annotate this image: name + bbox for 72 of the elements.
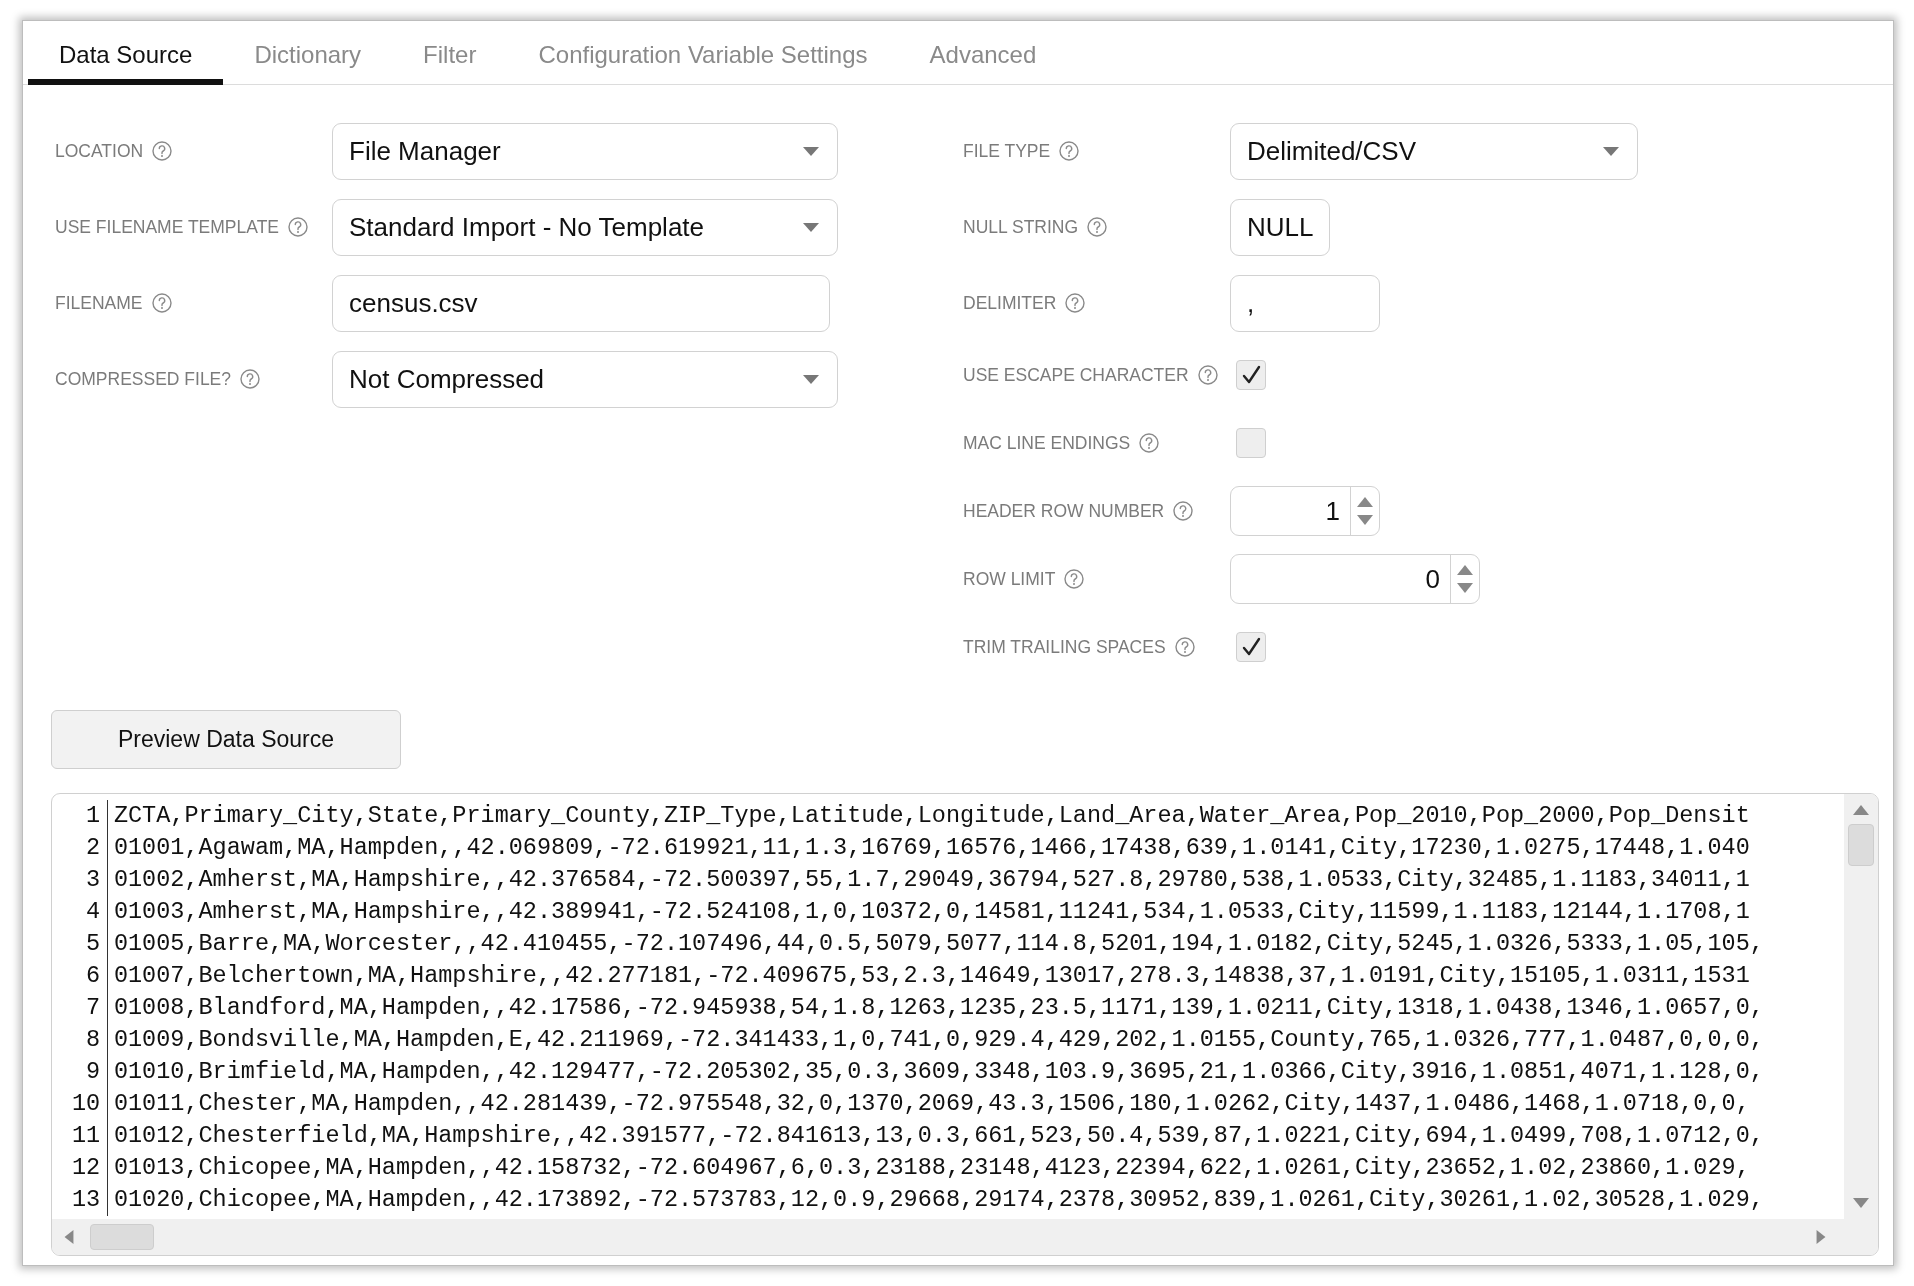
checkbox[interactable] xyxy=(1236,360,1266,390)
number-spinner[interactable]: 1 xyxy=(1230,486,1380,536)
line-number: 2 xyxy=(85,833,101,863)
code-line: 01009,Bondsville,MA,Hampden,E,42.211969,-72.341433,1,0,741,0,929.4,429,202,1.0155,County,765,1.0326,777,1.0487,0,0,0, xyxy=(106,1024,1764,1056)
field-label: HEADER ROW NUMBER xyxy=(963,500,1165,522)
input-field[interactable]: census.csv xyxy=(332,274,830,332)
help-icon[interactable] xyxy=(150,292,173,314)
help-icon[interactable] xyxy=(1058,140,1081,162)
line-number: 12 xyxy=(72,1153,101,1183)
help-icon[interactable] xyxy=(1063,568,1086,590)
help-icon[interactable] xyxy=(1086,216,1109,238)
code-line: 01011,Chester,MA,Hampden,,42.281439,-72.975548,32,0,1370,2069,43.3,1506,180,1.0262,City,1437,1.0486,1468,1.0718,0,0, xyxy=(106,1088,1750,1120)
scroll-thumb[interactable] xyxy=(90,1224,154,1250)
help-icon[interactable] xyxy=(1196,364,1219,386)
code-line: 01020,Chicopee,MA,Hampden,,42.173892,-72.573783,12,0.9,29668,29174,2378,30952,839,1.0261,City,30261,1.02,30528,1.029, xyxy=(106,1184,1764,1216)
vertical-scrollbar[interactable] xyxy=(1844,794,1878,1219)
code-line: 01003,Amherst,MA,Hampshire,,42.389941,-72.524108,1,0,10372,0,14581,11241,534,1.0533,City,11599,1.1183,12144,1.1708,1 xyxy=(106,896,1750,928)
code-line: 01010,Brimfield,MA,Hampden,,42.129477,-72.205302,35,0.3,3609,3348,103.9,3695,21,1.0366,City,3916,1.0851,4071,1.128,0, xyxy=(106,1056,1764,1088)
field-label: USE FILENAME TEMPLATE xyxy=(55,216,279,238)
field-label: TRIM TRAILING SPACES xyxy=(963,636,1166,658)
code-line: 01008,Blandford,MA,Hampden,,42.17586,-72.945938,54,1.8,1263,1235,23.5,1171,139,1.0211,City,1318,1.0438,1346,1.0657,0, xyxy=(106,992,1764,1024)
line-number: 10 xyxy=(72,1089,101,1119)
field-label: COMPRESSED FILE? xyxy=(55,368,232,390)
help-icon[interactable] xyxy=(239,368,262,390)
code-line: ZCTA,Primary_City,State,Primary_County,ZIP_Type,Latitude,Longitude,Land_Area,Water_Area,Pop_2010,Pop_2000,Pop_Densit xyxy=(106,800,1750,832)
line-number: 9 xyxy=(85,1057,101,1087)
checkbox[interactable] xyxy=(1236,428,1266,458)
field-label: FILENAME xyxy=(55,292,143,314)
dropdown[interactable]: Delimited/CSV xyxy=(1230,122,1638,180)
line-number: 1 xyxy=(85,801,101,831)
help-icon[interactable] xyxy=(1064,292,1087,314)
dropdown-caret-icon xyxy=(1601,145,1621,157)
help-icon[interactable] xyxy=(1172,500,1195,522)
line-number: 3 xyxy=(85,865,101,895)
field-label: LOCATION xyxy=(55,140,144,162)
code-line: 01001,Agawam,MA,Hampden,,42.069809,-72.619921,11,1.3,16769,16576,1466,17438,639,1.0141,City,17230,1.0275,17448,1.040 xyxy=(106,832,1750,864)
field-label: USE ESCAPE CHARACTER xyxy=(963,364,1189,386)
dropdown-caret-icon xyxy=(801,373,821,385)
preview-button[interactable]: Preview Data Source xyxy=(51,710,401,769)
input-field[interactable]: , xyxy=(1230,274,1380,332)
field-label: NULL STRING xyxy=(963,216,1079,238)
help-icon[interactable] xyxy=(151,140,174,162)
code-line: 01002,Amherst,MA,Hampshire,,42.376584,-72.500397,55,1.7,29049,36794,527.8,29780,538,1.0533,City,32485,1.1183,34011,1 xyxy=(106,864,1750,896)
tab[interactable]: Data Source xyxy=(28,21,224,85)
code-line: 01013,Chicopee,MA,Hampden,,42.158732,-72.604967,6,0.3,23188,23148,4123,22394,622,1.0261,City,23652,1.02,23860,1.029, xyxy=(106,1152,1750,1184)
code-line: 01005,Barre,MA,Worcester,,42.410455,-72.107496,44,0.5,5079,5077,114.8,5201,194,1.0182,City,5245,1.0326,5333,1.05,105, xyxy=(106,928,1764,960)
line-number: 6 xyxy=(85,961,101,991)
line-number: 11 xyxy=(72,1121,101,1151)
dropdown-caret-icon xyxy=(801,145,821,157)
line-number: 4 xyxy=(85,897,101,927)
line-number: 8 xyxy=(85,1025,101,1055)
field-label: MAC LINE ENDINGS xyxy=(963,432,1131,454)
dropdown[interactable]: File Manager xyxy=(332,122,838,180)
help-icon[interactable] xyxy=(1138,432,1161,454)
scroll-thumb[interactable] xyxy=(1848,824,1874,866)
line-number: 7 xyxy=(85,993,101,1023)
field-label: DELIMITER xyxy=(963,292,1057,314)
dropdown[interactable]: Not Compressed xyxy=(332,350,838,408)
checkbox[interactable] xyxy=(1236,632,1266,662)
field-label: FILE TYPE xyxy=(963,140,1051,162)
horizontal-scrollbar[interactable] xyxy=(52,1219,1878,1255)
code-line: 01012,Chesterfield,MA,Hampshire,,42.391577,-72.841613,13,0.3,661,523,50.4,539,87,1.0221,City,694,1.0499,708,1.0712,0, xyxy=(106,1120,1764,1152)
line-number: 13 xyxy=(72,1185,101,1215)
help-icon[interactable] xyxy=(1173,636,1196,658)
line-number: 5 xyxy=(85,929,101,959)
dropdown-caret-icon xyxy=(801,221,821,233)
help-icon[interactable] xyxy=(287,216,309,238)
code-line: 01007,Belchertown,MA,Hampshire,,42.277181,-72.409675,53,2.3,14649,13017,278.3,14838,37,1.0191,City,15105,1.0311,1531 xyxy=(106,960,1750,992)
dropdown[interactable]: Standard Import - No Template xyxy=(332,198,838,256)
number-spinner[interactable]: 0 xyxy=(1230,554,1480,604)
field-label: ROW LIMIT xyxy=(963,568,1056,590)
input-field[interactable]: NULL xyxy=(1230,198,1330,256)
